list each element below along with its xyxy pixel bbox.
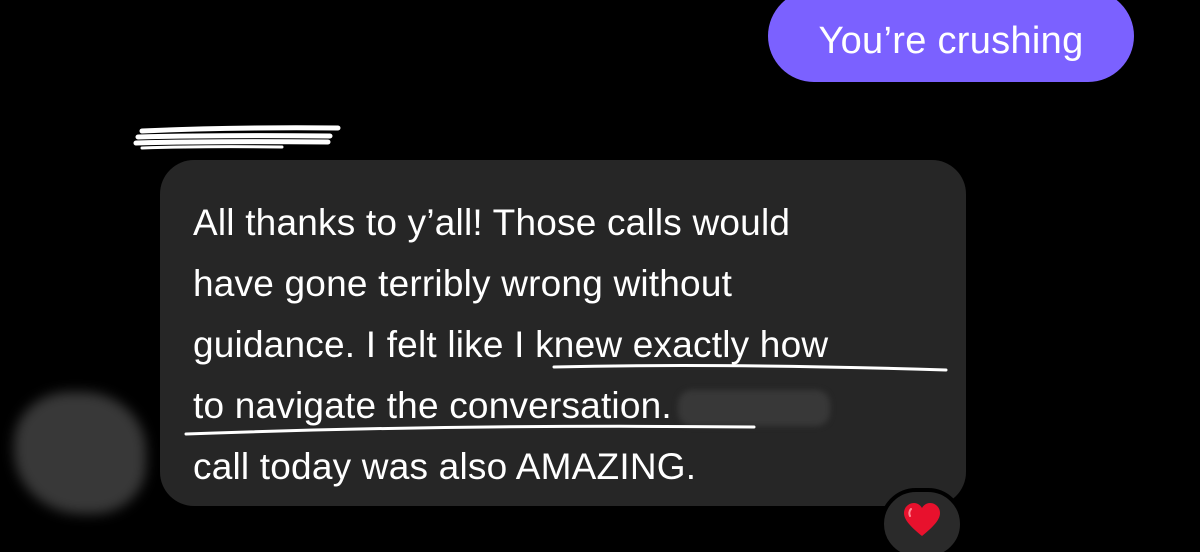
sent-message-text: You’re crushing — [818, 19, 1084, 62]
message-line-3: guidance. I felt like I knew exactly how — [193, 314, 936, 375]
message-line-3-text: guidance. I felt like I knew exactly how — [193, 324, 829, 365]
redacted-sender-name — [133, 125, 341, 150]
heart-icon — [904, 503, 940, 536]
received-message-bubble[interactable]: All thanks to y’all! Those calls would h… — [160, 160, 966, 506]
message-line-4-text: to navigate the conversation. — [193, 385, 672, 426]
message-line-4: to navigate the conversation. — [193, 375, 936, 436]
message-line-5: call today was also AMAZING. — [193, 446, 697, 487]
sent-message-bubble[interactable]: You’re crushing — [768, 0, 1134, 82]
reaction-badge[interactable] — [880, 488, 964, 552]
redacted-avatar — [14, 392, 146, 514]
message-line-2: have gone terribly wrong without — [193, 263, 733, 304]
message-thread: You’re crushing All thanks to y’all! Tho… — [0, 0, 1200, 552]
redacted-name-inline — [677, 390, 830, 426]
message-line-1: All thanks to y’all! Those calls would — [193, 202, 791, 243]
